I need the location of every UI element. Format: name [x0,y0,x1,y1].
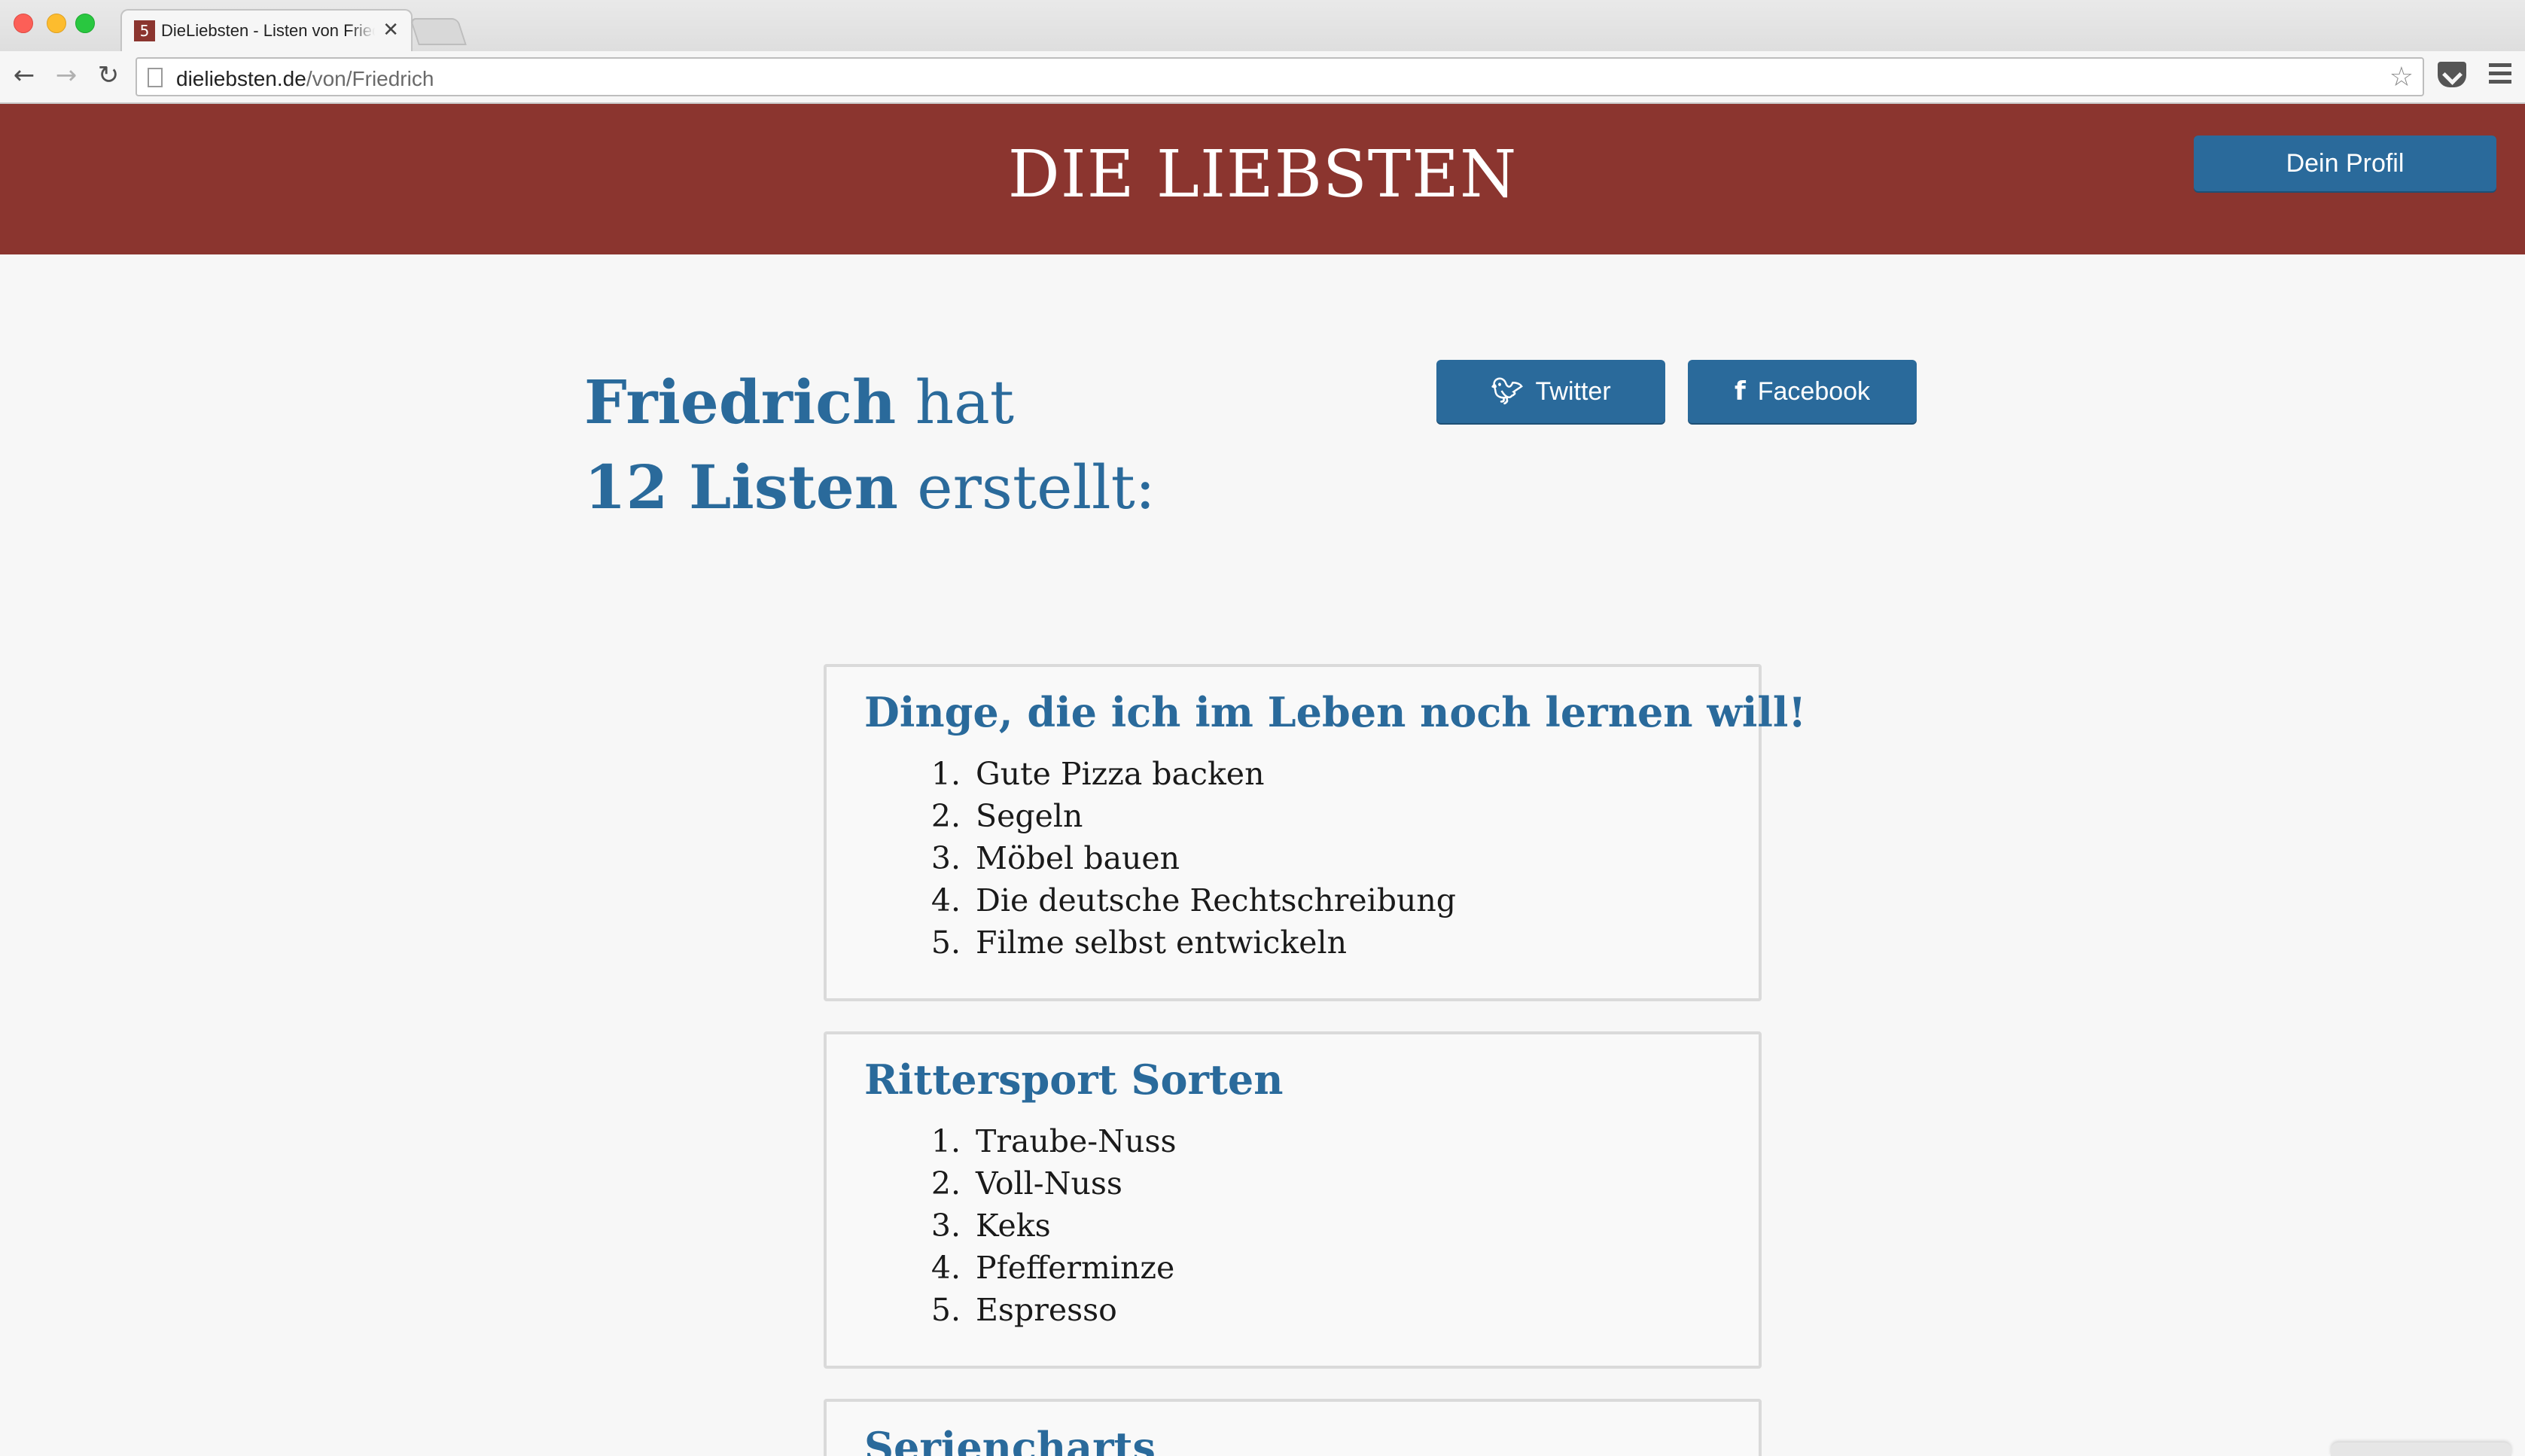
reload-icon[interactable]: ↻ [93,60,123,90]
list-item: 2. Segeln [931,798,1083,834]
download-bar-edge [2331,1442,2511,1456]
pocket-icon[interactable] [2438,62,2466,87]
browser-tab[interactable]: 5 DieLiebsten - Listen von Friedrich ✕ [120,9,413,51]
hamburger-menu-icon[interactable] [2489,63,2511,86]
list-items: 1. Traube-Nuss 2. Voll-Nuss 3. Keks 4. Pfeff… [917,1120,1177,1331]
tab-close-icon[interactable]: ✕ [382,18,399,42]
list-count: 12 Listen [584,452,898,522]
list-item: 2. Voll-Nuss [931,1165,1122,1202]
tab-title: DieLiebsten - Listen von Friedrich [161,21,375,40]
facebook-f-icon: f [1734,376,1746,407]
forward-arrow-icon[interactable]: → [51,60,81,90]
address-bar[interactable]: dieliebsten.de/von/Friedrich ☆ [136,57,2424,96]
list-card[interactable]: Dinge, die ich im Leben noch lernen will… [824,664,1806,1001]
list-title[interactable]: Rittersport Sorten [864,1055,1283,1104]
list-item: 1. Traube-Nuss [931,1123,1177,1159]
back-arrow-icon[interactable]: ← [9,60,39,90]
window-maximize-button[interactable] [75,14,95,33]
list-card[interactable]: Seriencharts [824,1399,1762,1456]
url-path: /von/Friedrich [306,67,434,90]
list-items: 1. Gute Pizza backen 2. Segeln 3. Möbel bau… [917,753,1456,964]
list-item: 3. Möbel bauen [931,840,1180,876]
user-name: Friedrich [584,367,897,437]
new-tab-button[interactable] [410,18,467,45]
title-suffix: erstellt: [897,452,1156,522]
list-title[interactable]: Seriencharts [864,1423,1156,1456]
page-icon [148,68,163,87]
list-item: 1. Gute Pizza backen [931,756,1265,792]
twitter-bird-icon: 🐦︎ [1491,376,1524,407]
list-item: 5. Filme selbst entwickeln [931,924,1348,961]
twitter-label: Twitter [1535,377,1611,406]
profile-button[interactable]: Dein Profil [2194,136,2496,191]
twitter-share-button[interactable]: 🐦︎ Twitter [1436,360,1665,423]
title-hat: hat [896,367,1014,437]
list-item: 4. Die deutsche Rechtschreibung [931,882,1457,918]
site-logo[interactable]: DIE LIEBSTEN [0,137,2525,212]
list-item: 4. Pfefferminze [931,1250,1175,1286]
window-close-button[interactable] [14,14,33,33]
page-title: Friedrich hat 12 Listen erstellt: [584,360,1156,530]
star-icon[interactable]: ☆ [2389,62,2414,93]
url-host: dieliebsten.de [176,67,306,90]
list-item: 3. Keks [931,1208,1051,1244]
facebook-label: Facebook [1757,377,1871,406]
list-title[interactable]: Dinge, die ich im Leben noch lernen will… [864,688,1806,736]
facebook-share-button[interactable]: f Facebook [1688,360,1917,423]
list-card[interactable]: Rittersport Sorten 1. Traube-Nuss 2. Voll-… [824,1031,1762,1369]
url-text[interactable]: dieliebsten.de/von/Friedrich [176,67,434,91]
list-item: 5. Espresso [931,1292,1117,1328]
site-favicon-icon: 5 [134,20,155,41]
window-minimize-button[interactable] [47,14,66,33]
browser-titlebar: 5 DieLiebsten - Listen von Friedrich ✕ [0,0,2525,51]
site-header: DIE LIEBSTEN Dein Profil [0,104,2525,254]
